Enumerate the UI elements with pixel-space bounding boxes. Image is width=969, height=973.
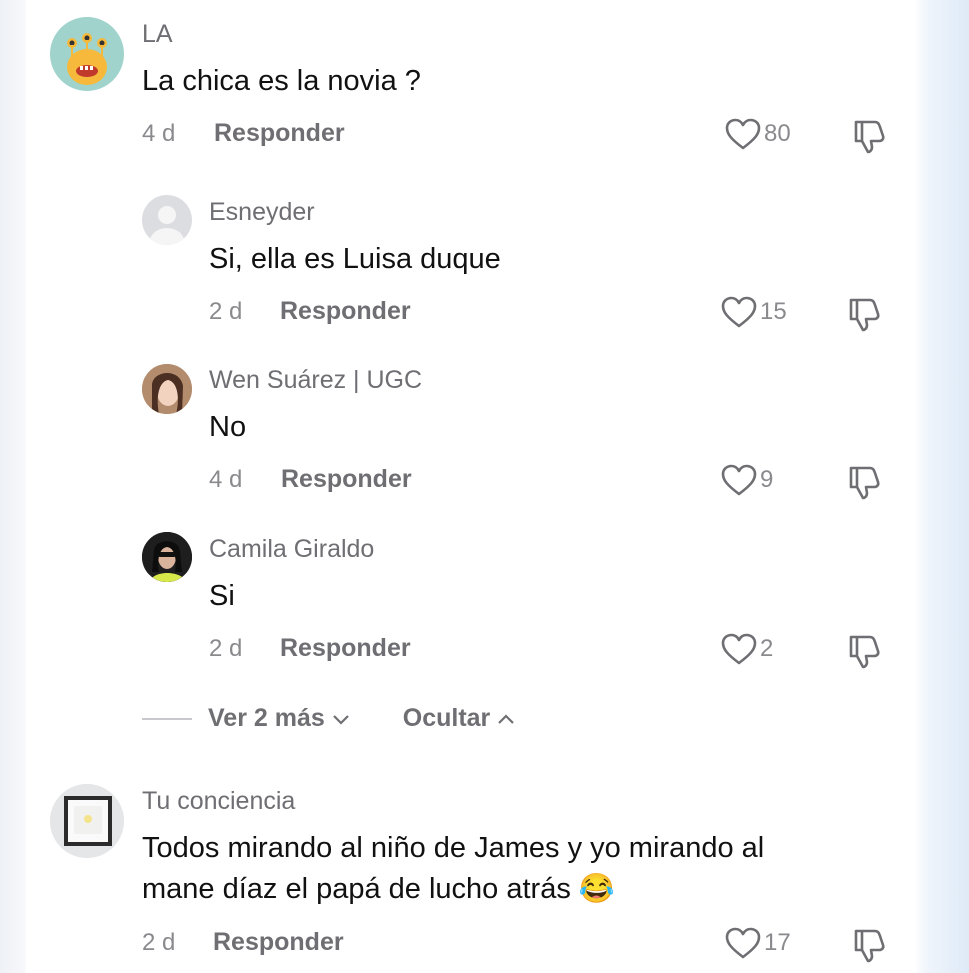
view-more-label: Ver 2 más <box>208 704 325 732</box>
reply-button[interactable]: Responder <box>213 928 344 957</box>
hide-label: Ocultar <box>402 704 491 732</box>
dislike-button[interactable] <box>843 632 881 675</box>
comment-username[interactable]: Camila Giraldo <box>209 535 374 564</box>
comment-time: 2 d <box>142 929 176 956</box>
comment-time: 2 d <box>209 298 243 325</box>
comment-text: No <box>209 411 247 443</box>
heart-outline-icon <box>721 464 757 496</box>
thumbs-down-icon <box>849 635 880 669</box>
like-count: 15 <box>760 298 787 325</box>
like-count: 17 <box>764 929 791 956</box>
replies-controls: Ver 2 más Ocultar <box>142 704 516 733</box>
thumbs-down-icon <box>854 929 885 963</box>
comment-time: 2 d <box>209 635 243 662</box>
comment-username[interactable]: LA <box>142 20 173 49</box>
comment-text: La chica es la novia ? <box>142 65 421 97</box>
avatar[interactable] <box>142 364 192 414</box>
hide-replies-button[interactable]: Ocultar <box>403 704 517 733</box>
like-button[interactable]: 15 <box>720 295 787 329</box>
heart-outline-icon <box>721 633 757 665</box>
heart-outline-icon <box>725 927 761 959</box>
avatar[interactable] <box>142 532 192 582</box>
thumbs-down-icon <box>849 298 880 332</box>
dislike-button[interactable] <box>843 295 881 338</box>
like-count: 80 <box>764 120 791 147</box>
comment-time: 4 d <box>209 466 243 493</box>
chevron-down-icon <box>332 714 349 725</box>
reply-button[interactable]: Responder <box>281 465 412 494</box>
comment-username[interactable]: Esneyder <box>209 198 315 227</box>
heart-outline-icon <box>725 118 761 150</box>
like-button[interactable]: 2 <box>720 632 773 666</box>
avatar[interactable] <box>50 17 124 91</box>
comment-username[interactable]: Wen Suárez | UGC <box>209 366 422 395</box>
thumbs-down-icon <box>854 120 885 154</box>
like-count: 9 <box>760 466 774 493</box>
like-button[interactable]: 80 <box>724 117 791 151</box>
dislike-button[interactable] <box>843 463 881 506</box>
comment-text: Todos mirando al niño de James y yo mira… <box>142 832 765 864</box>
comment-username[interactable]: Tu conciencia <box>142 787 295 816</box>
comment-time: 4 d <box>142 120 176 147</box>
like-button[interactable]: 17 <box>724 926 791 960</box>
reply-button[interactable]: Responder <box>280 634 411 663</box>
like-count: 2 <box>760 635 774 662</box>
comment-text: Si, ella es Luisa duque <box>209 243 501 275</box>
avatar[interactable] <box>142 195 192 245</box>
reply-button[interactable]: Responder <box>214 119 345 148</box>
reply-button[interactable]: Responder <box>280 297 411 326</box>
chevron-up-icon <box>498 713 515 724</box>
thumbs-down-icon <box>849 466 880 500</box>
comment-text: mane díaz el papá de lucho atrás 😂 <box>142 873 616 905</box>
avatar[interactable] <box>50 784 124 858</box>
comment-text: Si <box>209 580 235 612</box>
divider <box>142 717 192 720</box>
heart-outline-icon <box>721 296 757 328</box>
like-button[interactable]: 9 <box>720 463 773 497</box>
dislike-button[interactable] <box>848 926 886 969</box>
view-more-replies-button[interactable]: Ver 2 más <box>208 704 351 733</box>
dislike-button[interactable] <box>848 117 886 160</box>
